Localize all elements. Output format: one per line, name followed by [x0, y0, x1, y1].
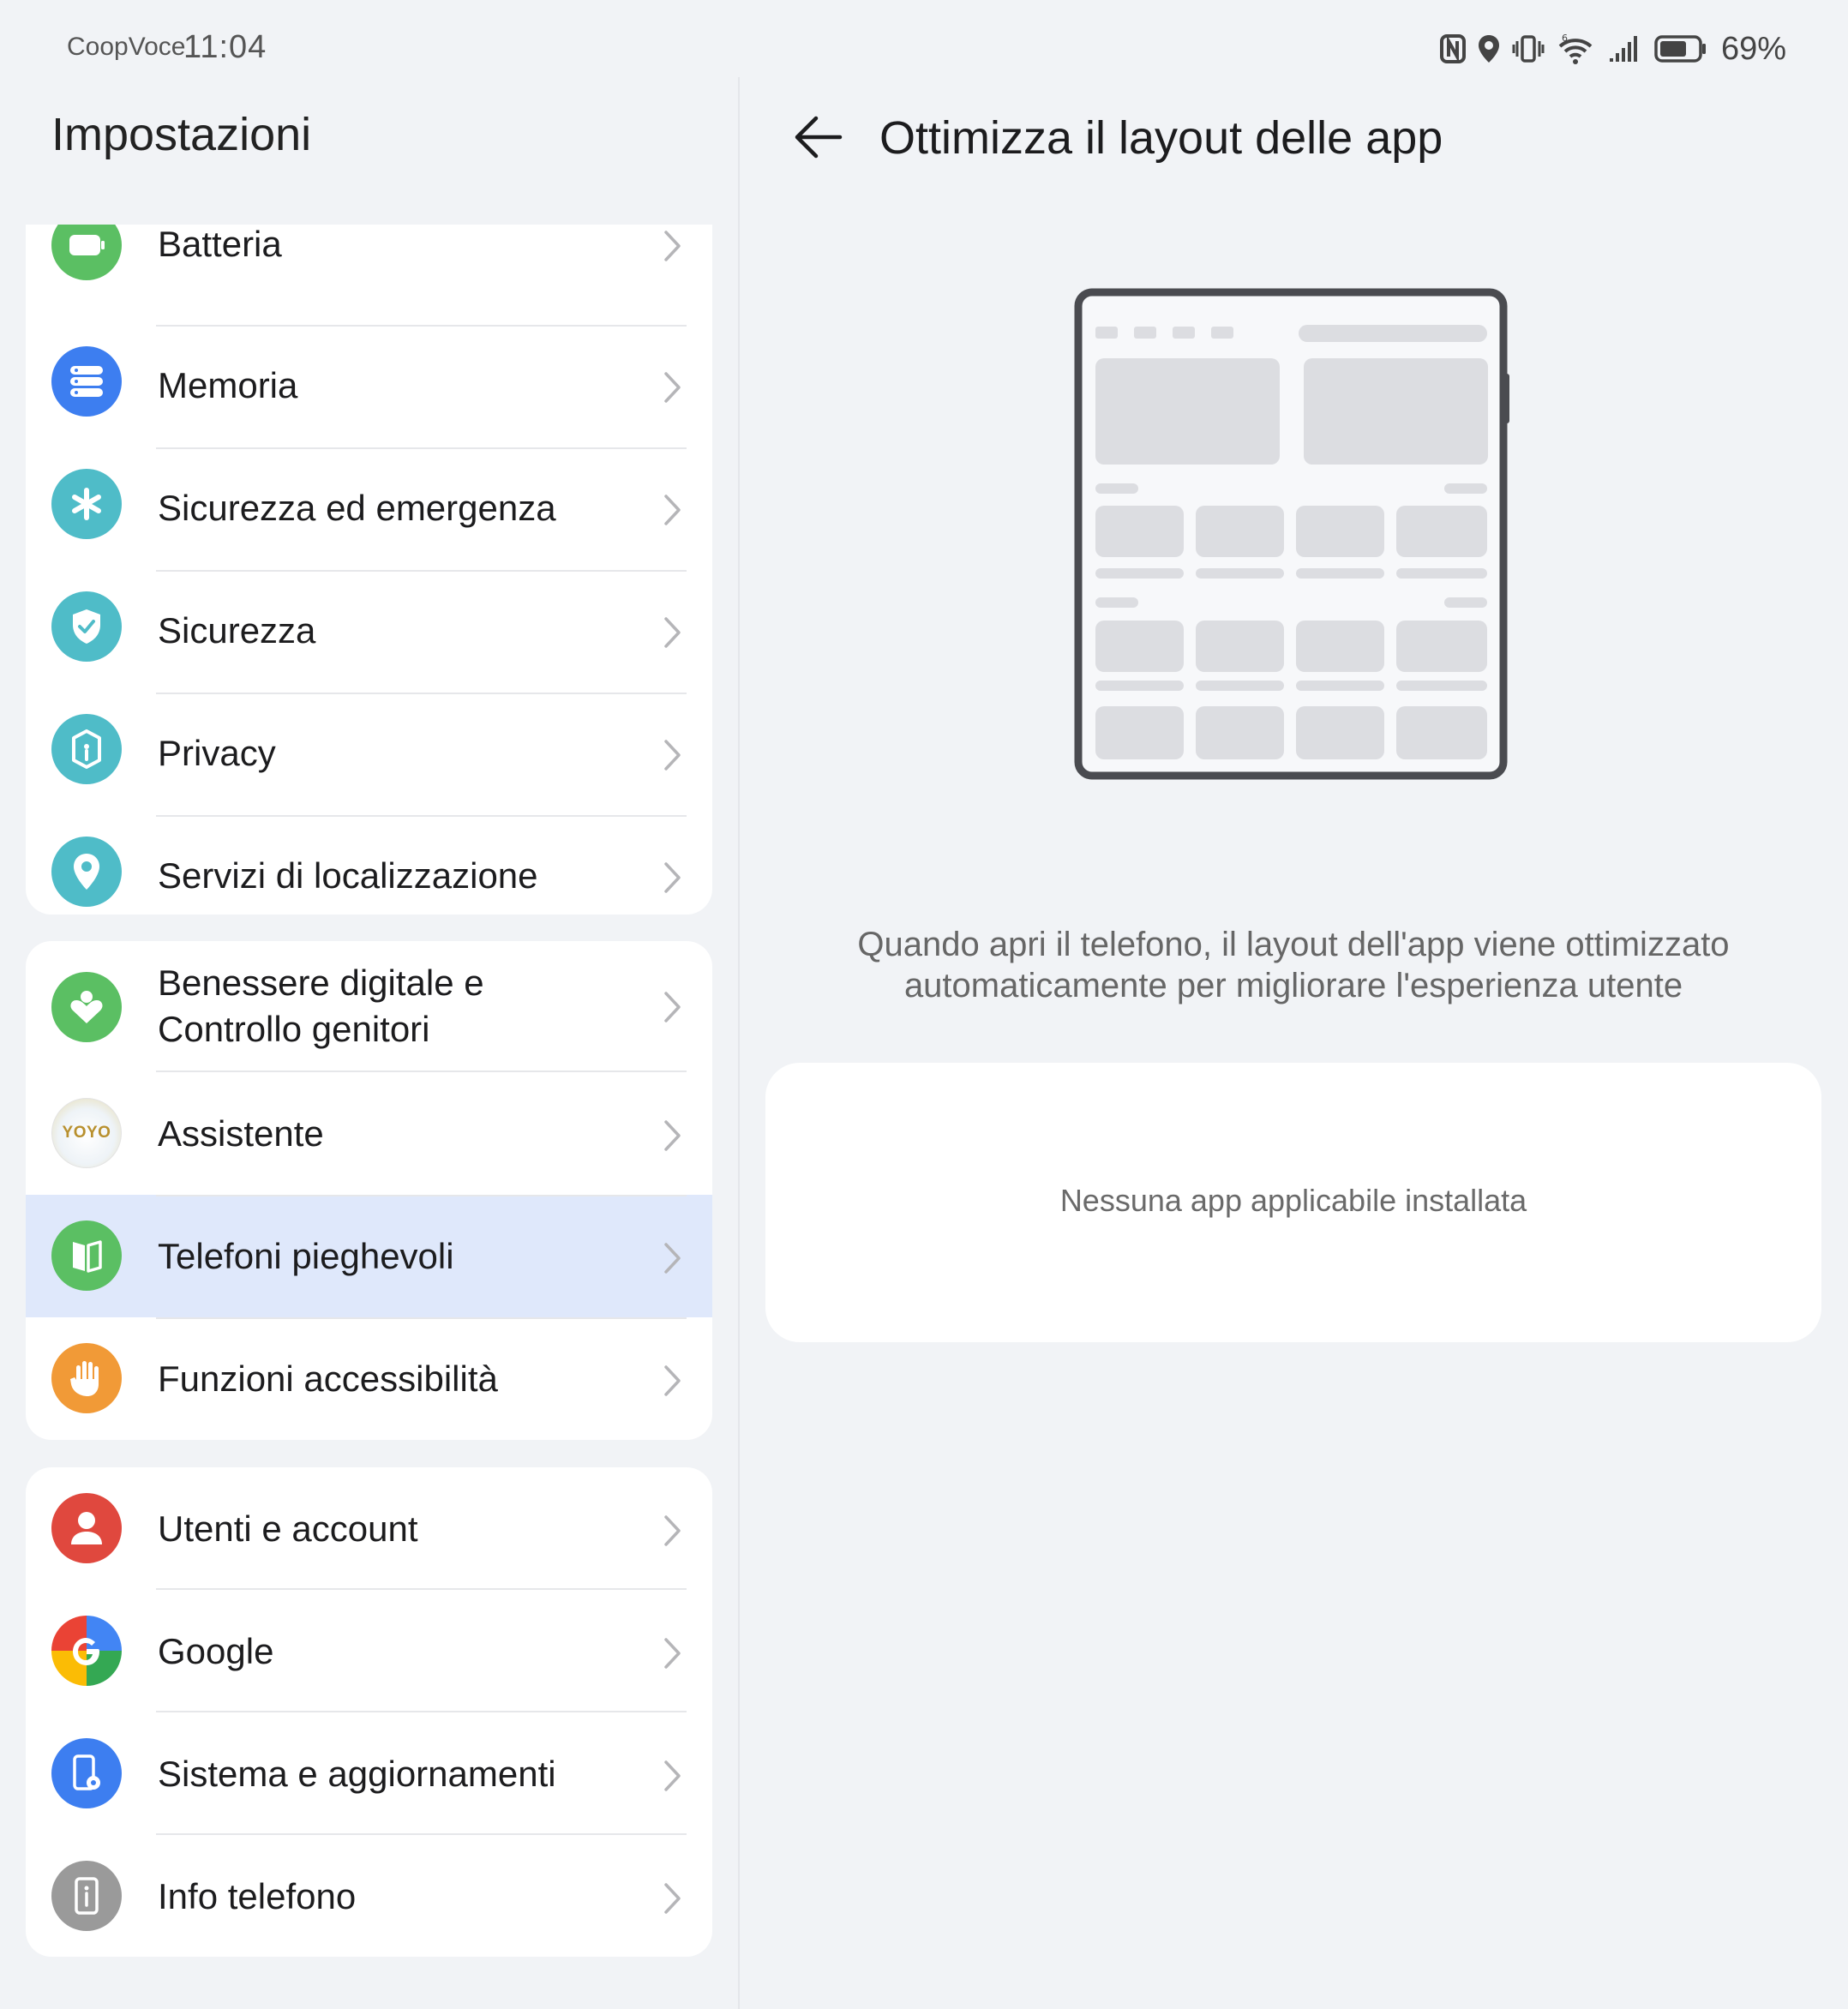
row-separator — [156, 1317, 687, 1319]
settings-item-sicurezza-emergenza[interactable]: Sicurezza ed emergenza — [26, 449, 712, 572]
settings-group-3: Utenti e account Google Sistema e aggior… — [26, 1467, 712, 1957]
foldable-phone-icon — [51, 1220, 122, 1291]
settings-item-label: Batteria — [158, 225, 282, 264]
settings-item-accessibilita[interactable]: Funzioni accessibilità — [26, 1317, 712, 1440]
back-arrow-icon — [795, 116, 843, 159]
settings-item-benessere-digitale[interactable]: Benessere digitale e Controllo genitori — [26, 941, 712, 1072]
settings-item-label-line1: Benessere digitale e — [158, 963, 484, 1003]
settings-item-assistente[interactable]: YOYO Assistente — [26, 1072, 712, 1195]
layout-description: Quando apri il telefono, il layout dell'… — [771, 924, 1815, 1006]
settings-item-label: Google — [158, 1631, 274, 1671]
settings-item-utenti-account[interactable]: Utenti e account — [26, 1467, 712, 1590]
settings-item-label: Memoria — [158, 365, 298, 405]
wifi-6-icon: 6 — [1558, 33, 1593, 64]
description-line-2: automaticamente per migliorare l'esperie… — [903, 967, 1683, 1004]
settings-item-label: Sistema e aggiornamenti — [158, 1754, 556, 1794]
chevron-right-icon — [664, 1883, 681, 1914]
chevron-right-icon — [664, 372, 681, 403]
yoyo-assistant-icon: YOYO — [51, 1098, 122, 1168]
status-bar: CoopVoce 11:04 6 69% — [0, 0, 1848, 103]
location-icon — [1478, 35, 1499, 63]
system-update-icon — [51, 1738, 122, 1808]
hand-icon — [51, 1343, 122, 1413]
page-title: Ottimizza il layout delle app — [879, 112, 1443, 164]
battery-icon — [51, 225, 122, 280]
vibrate-icon — [1512, 35, 1545, 63]
settings-item-sicurezza[interactable]: Sicurezza — [26, 572, 712, 694]
settings-item-google[interactable]: Google — [26, 1590, 712, 1712]
asterisk-icon — [51, 469, 122, 539]
settings-item-label: Sicurezza — [158, 610, 316, 651]
settings-group-2: Benessere digitale e Controllo genitori … — [26, 941, 712, 1440]
description-line-1: Quando apri il telefono, il layout dell'… — [857, 926, 1730, 963]
settings-item-label-line2: Controllo genitori — [158, 1009, 430, 1049]
settings-item-telefoni-pieghevoli[interactable]: Telefoni pieghevoli — [26, 1195, 712, 1317]
settings-item-label: Privacy — [158, 733, 276, 773]
chevron-right-icon — [664, 617, 681, 648]
settings-item-localizzazione[interactable]: Servizi di localizzazione — [26, 817, 712, 915]
svg-text:6: 6 — [1562, 33, 1568, 44]
location-pin-icon — [51, 837, 122, 907]
privacy-lock-icon — [51, 714, 122, 784]
yoyo-logo-text: YOYO — [62, 1124, 111, 1142]
chevron-right-icon — [664, 1515, 681, 1546]
battery-percent: 69% — [1720, 30, 1786, 67]
settings-item-label: Assistente — [158, 1113, 324, 1154]
settings-item-label: Sicurezza ed emergenza — [158, 488, 556, 528]
clock: 11:04 — [183, 29, 267, 65]
signal-icon — [1609, 36, 1637, 62]
nfc-icon — [1439, 34, 1466, 63]
user-icon — [51, 1493, 122, 1563]
settings-item-label: Info telefono — [158, 1876, 357, 1916]
settings-title: Impostazioni — [51, 109, 312, 160]
carrier-name: CoopVoce — [67, 33, 186, 61]
back-button[interactable] — [790, 111, 847, 163]
app-list-card: Nessuna app applicabile installata — [765, 1063, 1821, 1342]
chevron-right-icon — [664, 740, 681, 771]
chevron-right-icon — [664, 992, 681, 1022]
google-icon — [51, 1616, 122, 1686]
chevron-right-icon — [664, 1243, 681, 1274]
settings-item-sistema-aggiornamenti[interactable]: Sistema e aggiornamenti — [26, 1712, 712, 1835]
settings-item-info-telefono[interactable]: Info telefono — [26, 1835, 712, 1957]
foldable-layout-illustration — [1074, 288, 1509, 780]
empty-state-message: Nessuna app applicabile installata — [1059, 1183, 1527, 1218]
shield-check-icon — [51, 591, 122, 662]
status-icons: 6 69% — [1439, 27, 1786, 70]
settings-item-batteria[interactable]: Batteria — [26, 225, 712, 327]
settings-group-1: Batteria Memoria Sicurezza ed emergenza … — [26, 225, 712, 915]
settings-item-label: Servizi di localizzazione — [158, 855, 538, 896]
heart-person-icon — [51, 972, 122, 1042]
phone-info-icon — [51, 1861, 122, 1931]
chevron-right-icon — [664, 862, 681, 893]
chevron-right-icon — [664, 1120, 681, 1151]
settings-item-label: Utenti e account — [158, 1508, 418, 1549]
settings-item-memoria[interactable]: Memoria — [26, 327, 712, 449]
chevron-right-icon — [664, 1365, 681, 1396]
chevron-right-icon — [664, 495, 681, 525]
storage-icon — [51, 346, 122, 417]
chevron-right-icon — [664, 1760, 681, 1791]
battery-icon — [1654, 35, 1706, 63]
settings-item-label: Telefoni pieghevoli — [158, 1236, 454, 1276]
chevron-right-icon — [664, 231, 681, 261]
chevron-right-icon — [664, 1638, 681, 1669]
settings-item-privacy[interactable]: Privacy — [26, 694, 712, 817]
pane-divider — [738, 77, 740, 2009]
row-separator — [156, 1195, 687, 1196]
settings-item-label: Benessere digitale e Controllo genitori — [158, 960, 484, 1052]
settings-item-label: Funzioni accessibilità — [158, 1358, 498, 1399]
